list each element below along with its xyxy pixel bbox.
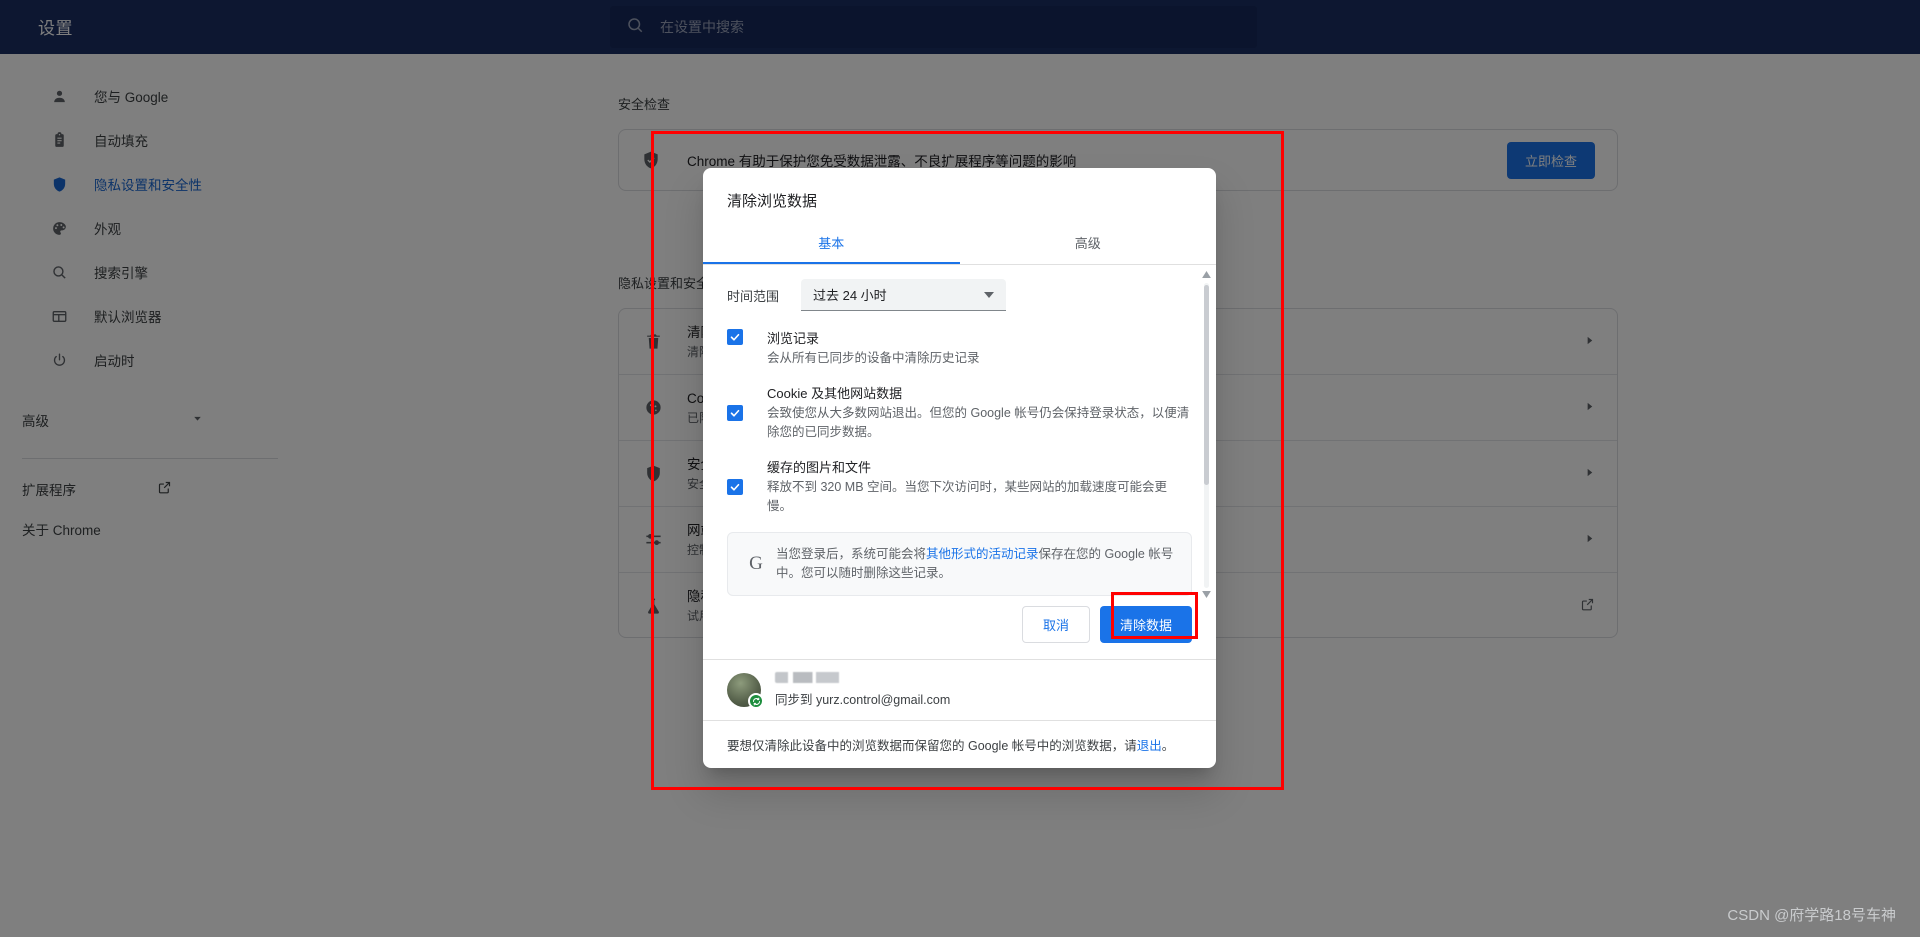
footer-text-after: 。	[1161, 739, 1175, 753]
sync-icon	[748, 693, 764, 709]
time-range-value: 过去 24 小时	[813, 288, 887, 303]
dialog-footer: 要想仅清除此设备中的浏览数据而保留您的 Google 帐号中的浏览数据，请退出。	[703, 720, 1216, 768]
google-note-text-before: 当您登录后，系统可能会将	[776, 547, 927, 561]
triangle-up-icon[interactable]	[1201, 271, 1211, 280]
cancel-button[interactable]: 取消	[1021, 606, 1090, 643]
dialog-tabs: 基本 高级	[703, 219, 1216, 265]
dialog-title: 清除浏览数据	[727, 193, 818, 210]
time-range-row: 时间范围 过去 24 小时	[727, 279, 1192, 311]
dialog-body: 时间范围 过去 24 小时 浏览记录 会从所有已同步的设备中清除历史记录 Coo…	[703, 265, 1216, 606]
time-range-label: 时间范围	[727, 288, 780, 304]
option-description: 会致使您从大多数网站退出。但您的 Google 帐号仍会保持登录状态，以便清除您…	[767, 406, 1190, 439]
tab-advanced[interactable]: 高级	[960, 219, 1217, 265]
checkbox-cookies[interactable]	[727, 405, 743, 421]
option-description: 释放不到 320 MB 空间。当您下次访问时，某些网站的加载速度可能会更慢。	[767, 480, 1168, 513]
tab-basic[interactable]: 基本	[703, 219, 960, 265]
account-sync-text: 同步到 yurz.control@gmail.com	[775, 693, 951, 707]
dialog-actions: 取消 清除数据	[703, 606, 1216, 659]
watermark: CSDN @府学路18号车神	[1727, 907, 1896, 924]
option-cookies[interactable]: Cookie 及其他网站数据 会致使您从大多数网站退出。但您的 Google 帐…	[727, 384, 1192, 442]
google-g-icon: G	[749, 553, 763, 574]
option-description: 会从所有已同步的设备中清除历史记录	[767, 351, 980, 365]
account-row: 同步到 yurz.control@gmail.com	[703, 659, 1216, 720]
account-name-redacted	[775, 672, 857, 683]
triangle-down-icon[interactable]	[1201, 591, 1211, 600]
option-browsing-history[interactable]: 浏览记录 会从所有已同步的设备中清除历史记录	[727, 329, 1192, 368]
footer-text-before: 要想仅清除此设备中的浏览数据而保留您的 Google 帐号中的浏览数据，请	[727, 739, 1137, 753]
scrollbar[interactable]	[1200, 271, 1212, 600]
other-activity-link[interactable]: 其他形式的活动记录	[926, 547, 1039, 561]
option-cached-files[interactable]: 缓存的图片和文件 释放不到 320 MB 空间。当您下次访问时，某些网站的加载速…	[727, 458, 1192, 516]
option-title: 浏览记录	[767, 331, 820, 346]
time-range-select[interactable]: 过去 24 小时	[801, 279, 1006, 311]
caret-down-icon	[984, 291, 994, 298]
avatar	[727, 673, 764, 709]
google-activity-note: G 当您登录后，系统可能会将其他形式的活动记录保存在您的 Google 帐号中。…	[727, 532, 1192, 596]
checkbox-browsing-history[interactable]	[727, 329, 743, 345]
sign-out-link[interactable]: 退出	[1137, 739, 1162, 753]
clear-data-button[interactable]: 清除数据	[1099, 606, 1192, 643]
option-title: Cookie 及其他网站数据	[767, 386, 903, 401]
clear-browsing-data-dialog: 清除浏览数据 基本 高级 时间范围 过去 24 小时 浏览记录 会从所有已同步的…	[703, 168, 1216, 768]
checkbox-cached-files[interactable]	[727, 479, 743, 495]
option-title: 缓存的图片和文件	[767, 460, 872, 475]
